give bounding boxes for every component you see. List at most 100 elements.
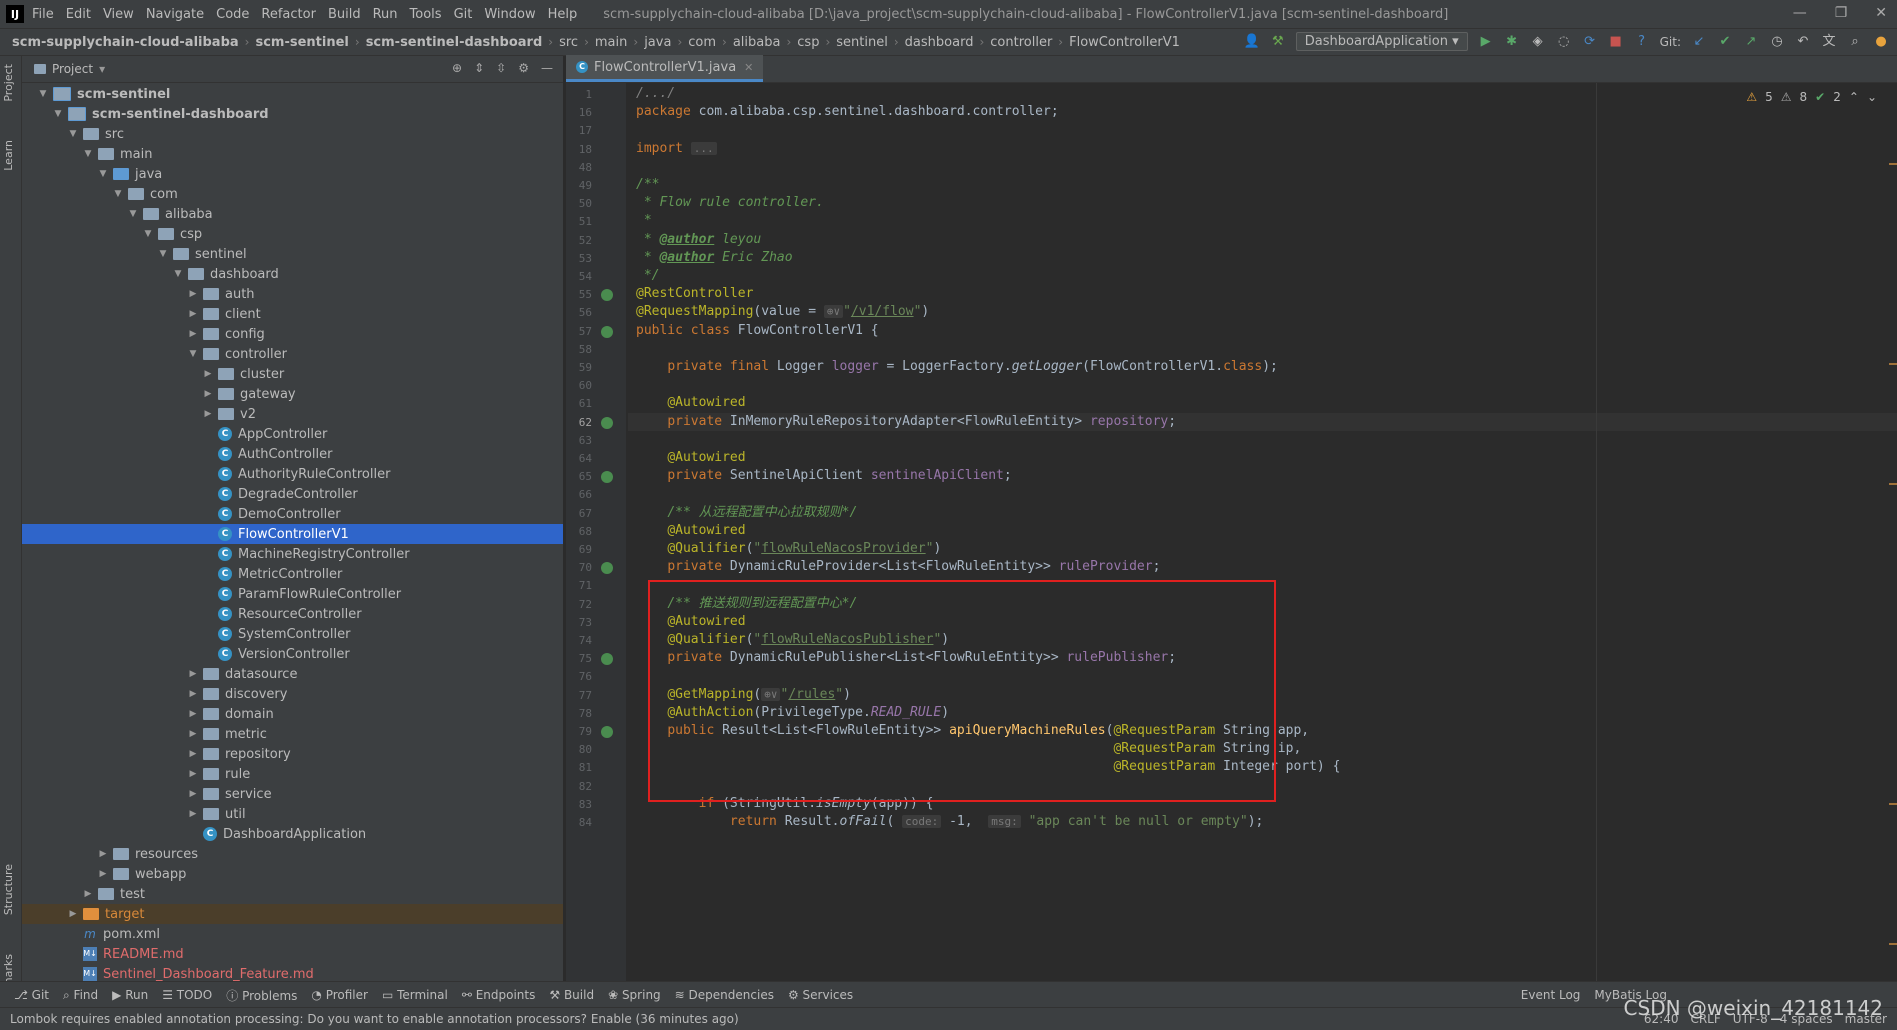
code-line[interactable]: * xyxy=(628,212,1897,230)
tree-item[interactable]: C DemoController xyxy=(22,504,563,524)
tree-item[interactable]: C AuthorityRuleController xyxy=(22,464,563,484)
tab-learn[interactable]: Learn xyxy=(2,140,15,171)
tree-item[interactable]: ▶ cluster xyxy=(22,364,563,384)
menu-view[interactable]: View xyxy=(103,7,134,22)
tab-structure[interactable]: Structure xyxy=(2,864,15,915)
code-area[interactable]: /.../package com.alibaba.csp.sentinel.da… xyxy=(628,83,1897,982)
tool-window-git[interactable]: ⎇ Git xyxy=(14,988,49,1002)
tree-item[interactable]: ▼ src xyxy=(22,124,563,144)
tool-window-todo[interactable]: ☰ TODO xyxy=(162,988,212,1002)
code-line[interactable]: * @author leyou xyxy=(628,231,1897,249)
code-line[interactable]: private InMemoryRuleRepositoryAdapter<Fl… xyxy=(628,412,1897,431)
code-line[interactable] xyxy=(628,340,1897,358)
code-line[interactable]: /** xyxy=(628,176,1897,194)
tree-item[interactable]: ▶ gateway xyxy=(22,384,563,404)
menu-edit[interactable]: Edit xyxy=(66,7,91,22)
tree-item[interactable]: ▼ scm-sentinel xyxy=(22,84,563,104)
tree-item[interactable]: ▼ com xyxy=(22,184,563,204)
inspection-widget[interactable]: ⚠ 5 ⚠ 8 ✔ 2 ⌃ ⌄ xyxy=(1746,90,1877,104)
menu-file[interactable]: File xyxy=(32,7,54,22)
minimize-icon[interactable]: — xyxy=(1793,5,1807,21)
tree-item[interactable]: ▶ target xyxy=(22,904,563,924)
tool-window-build[interactable]: ⚒ Build xyxy=(549,988,594,1002)
spring-bean-icon[interactable] xyxy=(601,726,613,738)
code-line[interactable]: private final Logger logger = LoggerFact… xyxy=(628,358,1897,376)
build-hammer-icon[interactable]: ⚒ xyxy=(1270,34,1286,50)
tool-window-find[interactable]: ⌕ Find xyxy=(63,988,98,1003)
code-line[interactable] xyxy=(628,667,1897,685)
tree-item[interactable]: ▶ v2 xyxy=(22,404,563,424)
chevron-right-icon[interactable]: ▶ xyxy=(202,389,214,399)
code-line[interactable] xyxy=(628,576,1897,594)
tree-item[interactable]: ▶ auth xyxy=(22,284,563,304)
tool-window-services[interactable]: ⚙ Services xyxy=(788,988,853,1002)
translate-icon[interactable]: 文 xyxy=(1821,34,1837,50)
code-line[interactable]: /.../ xyxy=(628,85,1897,103)
chevron-down-icon[interactable]: ▼ xyxy=(187,349,199,359)
code-line[interactable]: return Result.ofFail( code: -1, msg: "ap… xyxy=(628,813,1897,831)
git-update-icon[interactable]: ↙ xyxy=(1691,34,1707,50)
code-line[interactable]: * Flow rule controller. xyxy=(628,194,1897,212)
editor-scroll-markers[interactable] xyxy=(1887,83,1897,982)
spring-bean-icon[interactable] xyxy=(601,653,613,666)
chevron-down-icon[interactable]: ▼ xyxy=(112,189,124,199)
menu-git[interactable]: Git xyxy=(454,7,473,22)
locate-icon[interactable]: ⊕ xyxy=(452,61,462,75)
hide-icon[interactable]: — xyxy=(541,61,553,75)
tree-item[interactable]: ▼ sentinel xyxy=(22,244,563,264)
tree-item[interactable]: ▶ discovery xyxy=(22,684,563,704)
breadcrumb-item[interactable]: csp xyxy=(797,35,819,50)
tool-window-problems[interactable]: ⓘ Problems xyxy=(226,987,297,1004)
chevron-right-icon[interactable]: ▶ xyxy=(82,889,94,899)
breadcrumb-item[interactable]: java xyxy=(644,35,671,50)
chevron-right-icon[interactable]: ▶ xyxy=(187,289,199,299)
code-line[interactable]: * @author Eric Zhao xyxy=(628,249,1897,267)
tree-item[interactable]: ▼ main xyxy=(22,144,563,164)
gear-icon[interactable]: ⚙ xyxy=(518,61,529,75)
restore-icon[interactable]: ❐ xyxy=(1835,5,1848,21)
tree-item[interactable]: ▼ dashboard xyxy=(22,264,563,284)
breadcrumb-item[interactable]: controller xyxy=(990,35,1052,50)
code-line[interactable]: private SentinelApiClient sentinelApiCli… xyxy=(628,467,1897,485)
code-line[interactable] xyxy=(628,485,1897,503)
tool-window-profiler[interactable]: ◔ Profiler xyxy=(311,988,368,1002)
menu-code[interactable]: Code xyxy=(216,7,249,22)
history-icon[interactable]: ◷ xyxy=(1769,34,1785,50)
chevron-right-icon[interactable]: ▶ xyxy=(187,749,199,759)
chevron-right-icon[interactable]: ▶ xyxy=(187,669,199,679)
chevron-right-icon[interactable]: ▶ xyxy=(97,849,109,859)
tab-flowcontrollerv1[interactable]: C FlowControllerV1.java ✕ xyxy=(566,55,764,82)
tool-window-spring[interactable]: ❀ Spring xyxy=(608,988,661,1002)
tool-window-endpoints[interactable]: ⚯ Endpoints xyxy=(462,988,536,1002)
chevron-right-icon[interactable]: ▶ xyxy=(187,789,199,799)
code-line[interactable]: @Qualifier("flowRuleNacosPublisher") xyxy=(628,631,1897,649)
breadcrumb-item[interactable]: src xyxy=(559,35,578,50)
tree-item[interactable]: C AppController xyxy=(22,424,563,444)
tool-window-event-log[interactable]: Event Log xyxy=(1521,988,1581,1002)
chevron-right-icon[interactable]: ▶ xyxy=(187,709,199,719)
tree-item[interactable]: ▶ client xyxy=(22,304,563,324)
tree-item[interactable]: ▶ webapp xyxy=(22,864,563,884)
tree-item[interactable]: C DegradeController xyxy=(22,484,563,504)
tree-item[interactable]: ▼ java xyxy=(22,164,563,184)
debug-icon[interactable]: ✱ xyxy=(1504,34,1520,50)
code-line[interactable]: @Autowired xyxy=(628,522,1897,540)
coverage-icon[interactable]: ◈ xyxy=(1530,34,1546,50)
collapse-all-icon[interactable]: ⇳ xyxy=(496,61,506,75)
chevron-down-icon[interactable]: ▼ xyxy=(37,89,49,99)
tree-item[interactable]: ▶ repository xyxy=(22,744,563,764)
tree-item[interactable]: C SystemController xyxy=(22,624,563,644)
menu-refactor[interactable]: Refactor xyxy=(261,7,316,22)
chevron-down-icon[interactable]: ▼ xyxy=(82,149,94,159)
help-circle-icon[interactable]: ? xyxy=(1634,34,1650,50)
code-line[interactable]: /** 从远程配置中心拉取规则*/ xyxy=(628,504,1897,522)
status-message[interactable]: Lombok requires enabled annotation proce… xyxy=(10,1012,739,1026)
tree-item[interactable]: C AuthController xyxy=(22,444,563,464)
breadcrumb-item[interactable]: scm-sentinel xyxy=(255,35,348,50)
chevron-down-icon[interactable]: ▼ xyxy=(172,269,184,279)
tree-item[interactable]: ▼ csp xyxy=(22,224,563,244)
chevron-right-icon[interactable]: ▶ xyxy=(67,909,79,919)
spring-bean-icon[interactable] xyxy=(601,562,613,575)
tree-item[interactable]: ▶ config xyxy=(22,324,563,344)
tool-window-dependencies[interactable]: ≋ Dependencies xyxy=(675,988,774,1002)
